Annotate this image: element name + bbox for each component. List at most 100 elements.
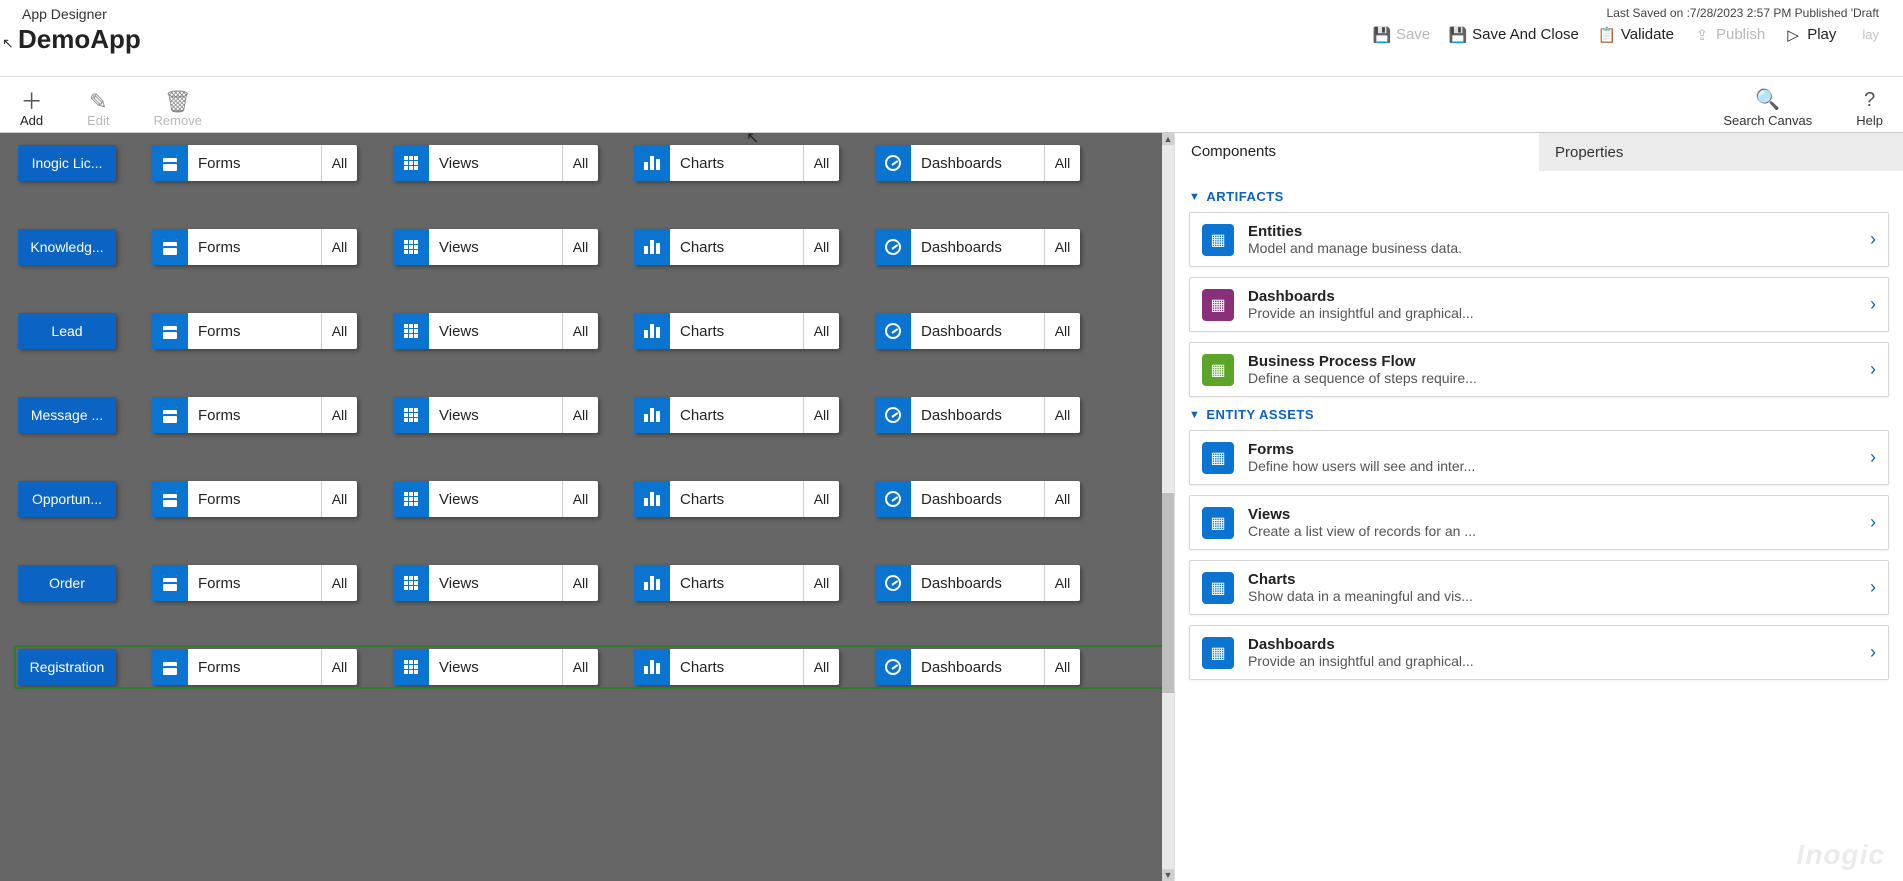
asset-views-all[interactable]: All [562, 145, 598, 181]
asset-dashboards[interactable]: Dashboards All [875, 565, 1080, 601]
card-dashboards[interactable]: ▦ Dashboards Provide an insightful and g… [1189, 625, 1889, 680]
asset-forms-all[interactable]: All [321, 565, 357, 601]
asset-charts-all[interactable]: All [803, 145, 839, 181]
asset-dashboards-all[interactable]: All [1044, 649, 1080, 685]
asset-charts[interactable]: Charts All [634, 397, 839, 433]
card-entities[interactable]: ▦ Entities Model and manage business dat… [1189, 212, 1889, 267]
entity-row[interactable]: Registration Forms All Views All Charts … [14, 645, 1168, 689]
asset-dashboards[interactable]: Dashboards All [875, 649, 1080, 685]
entity-pill[interactable]: Order [18, 565, 116, 601]
asset-charts-all[interactable]: All [803, 313, 839, 349]
asset-charts-all[interactable]: All [803, 229, 839, 265]
card-title: Charts [1248, 571, 1850, 588]
asset-forms[interactable]: Forms All [152, 145, 357, 181]
asset-views-all[interactable]: All [562, 481, 598, 517]
entity-pill[interactable]: Message ... [18, 397, 116, 433]
asset-views-all[interactable]: All [562, 229, 598, 265]
chevron-right-icon: › [1870, 229, 1876, 250]
entity-pill[interactable]: Opportun... [18, 481, 116, 517]
pencil-icon: ✎ [89, 93, 107, 111]
scroll-up-arrow[interactable]: ▲ [1162, 133, 1174, 145]
canvas-scrollbar[interactable]: ▲ ▼ [1162, 133, 1174, 881]
validate-button[interactable]: 📋 Validate [1599, 26, 1674, 43]
scroll-down-arrow[interactable]: ▼ [1162, 869, 1174, 881]
asset-views[interactable]: Views All [393, 481, 598, 517]
asset-views[interactable]: Views All [393, 649, 598, 685]
entity-row[interactable]: Opportun... Forms All Views All Charts A… [18, 481, 1164, 517]
asset-charts[interactable]: Charts All [634, 565, 839, 601]
card-views[interactable]: ▦ Views Create a list view of records fo… [1189, 495, 1889, 550]
asset-forms[interactable]: Forms All [152, 313, 357, 349]
entity-row[interactable]: Lead Forms All Views All Charts All Dash… [18, 313, 1164, 349]
asset-forms-all[interactable]: All [321, 145, 357, 181]
asset-views[interactable]: Views All [393, 145, 598, 181]
asset-views-all[interactable]: All [562, 313, 598, 349]
asset-charts-all[interactable]: All [803, 481, 839, 517]
asset-views[interactable]: Views All [393, 229, 598, 265]
chevron-right-icon: › [1870, 512, 1876, 533]
edit-button[interactable]: ✎ Edit [87, 93, 109, 128]
card-dashboards[interactable]: ▦ Dashboards Provide an insightful and g… [1189, 277, 1889, 332]
save-button[interactable]: 💾 Save [1374, 26, 1430, 43]
asset-dashboards[interactable]: Dashboards All [875, 481, 1080, 517]
asset-views[interactable]: Views All [393, 313, 598, 349]
add-button[interactable]: ＋ Add [20, 93, 43, 128]
asset-dashboards-all[interactable]: All [1044, 397, 1080, 433]
entity-row[interactable]: Inogic Lic... Forms All Views All Charts… [18, 145, 1164, 181]
asset-views-all[interactable]: All [562, 565, 598, 601]
asset-dashboards-all[interactable]: All [1044, 565, 1080, 601]
asset-dashboards[interactable]: Dashboards All [875, 145, 1080, 181]
remove-button[interactable]: 🗑 Remove [154, 93, 202, 128]
entity-pill[interactable]: Lead [18, 313, 116, 349]
asset-dashboards-all[interactable]: All [1044, 313, 1080, 349]
asset-forms-all[interactable]: All [321, 313, 357, 349]
asset-views[interactable]: Views All [393, 397, 598, 433]
asset-dashboards-all[interactable]: All [1044, 229, 1080, 265]
entity-pill[interactable]: Knowledg... [18, 229, 116, 265]
asset-charts-all[interactable]: All [803, 565, 839, 601]
asset-forms[interactable]: Forms All [152, 565, 357, 601]
publish-button[interactable]: ⇪ Publish [1694, 26, 1765, 43]
asset-charts[interactable]: Charts All [634, 145, 839, 181]
card-business-process-flow[interactable]: ▦ Business Process Flow Define a sequenc… [1189, 342, 1889, 397]
asset-forms-all[interactable]: All [321, 397, 357, 433]
asset-charts[interactable]: Charts All [634, 229, 839, 265]
asset-forms-all[interactable]: All [321, 229, 357, 265]
entity-row[interactable]: Knowledg... Forms All Views All Charts A… [18, 229, 1164, 265]
save-and-close-button[interactable]: 💾 Save And Close [1450, 26, 1579, 43]
asset-dashboards-all[interactable]: All [1044, 145, 1080, 181]
asset-forms[interactable]: Forms All [152, 649, 357, 685]
asset-charts[interactable]: Charts All [634, 481, 839, 517]
asset-dashboards-all[interactable]: All [1044, 481, 1080, 517]
play-button[interactable]: ▷ Play [1785, 26, 1836, 43]
card-charts[interactable]: ▦ Charts Show data in a meaningful and v… [1189, 560, 1889, 615]
section-entity-assets[interactable]: ▼ ENTITY ASSETS [1189, 407, 1889, 422]
asset-dashboards[interactable]: Dashboards All [875, 229, 1080, 265]
tab-properties[interactable]: Properties [1539, 133, 1903, 171]
asset-forms-all[interactable]: All [321, 481, 357, 517]
entity-pill[interactable]: Registration [18, 649, 116, 685]
asset-forms[interactable]: Forms All [152, 229, 357, 265]
asset-charts-all[interactable]: All [803, 649, 839, 685]
asset-dashboards[interactable]: Dashboards All [875, 313, 1080, 349]
forms-icon [163, 239, 177, 255]
scroll-thumb[interactable] [1162, 493, 1174, 693]
asset-views-all[interactable]: All [562, 649, 598, 685]
help-button[interactable]: ? Help [1856, 91, 1883, 128]
entity-pill[interactable]: Inogic Lic... [18, 145, 116, 181]
asset-views-all[interactable]: All [562, 397, 598, 433]
asset-forms[interactable]: Forms All [152, 397, 357, 433]
search-canvas-button[interactable]: 🔍 Search Canvas [1723, 91, 1812, 128]
entity-row[interactable]: Message ... Forms All Views All Charts A… [18, 397, 1164, 433]
asset-dashboards[interactable]: Dashboards All [875, 397, 1080, 433]
asset-charts[interactable]: Charts All [634, 313, 839, 349]
section-artifacts[interactable]: ▼ ARTIFACTS [1189, 189, 1889, 204]
asset-forms-all[interactable]: All [321, 649, 357, 685]
asset-charts[interactable]: Charts All [634, 649, 839, 685]
asset-charts-all[interactable]: All [803, 397, 839, 433]
card-forms[interactable]: ▦ Forms Define how users will see and in… [1189, 430, 1889, 485]
entity-row[interactable]: Order Forms All Views All Charts All Das… [18, 565, 1164, 601]
tab-components[interactable]: Components [1175, 133, 1539, 171]
asset-forms[interactable]: Forms All [152, 481, 357, 517]
asset-views[interactable]: Views All [393, 565, 598, 601]
